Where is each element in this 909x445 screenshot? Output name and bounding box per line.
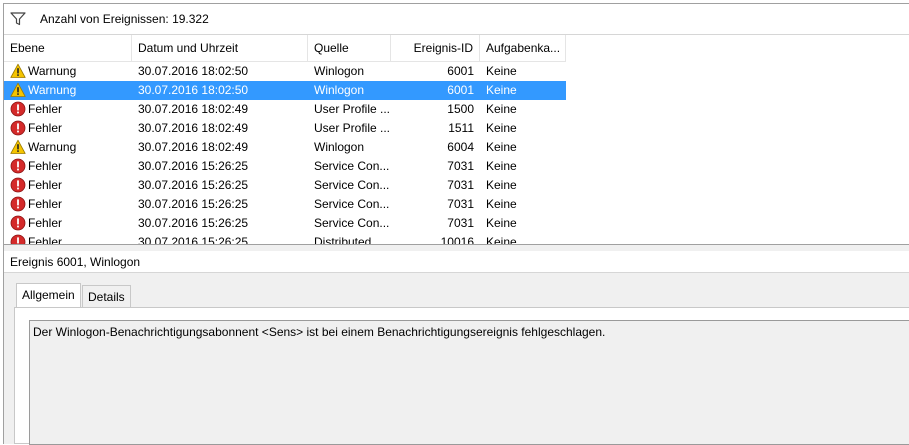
event-count-label: Anzahl von Ereignissen: 19.322	[40, 12, 209, 26]
cell-level: Fehler	[28, 102, 63, 116]
cell-task: Keine	[486, 102, 517, 116]
cell-task: Keine	[486, 121, 517, 135]
cell-date: 30.07.2016 15:26:25	[138, 159, 249, 173]
cell-date: 30.07.2016 15:26:25	[138, 197, 249, 211]
cell-id: 1500	[447, 102, 474, 116]
cell-source: Service Con...	[314, 178, 390, 192]
error-icon	[10, 101, 26, 117]
column-header-task-category[interactable]: Aufgabenka...	[480, 35, 566, 61]
cell-level: Fehler	[28, 159, 63, 173]
column-header-level[interactable]: Ebene	[4, 35, 132, 61]
cell-task: Keine	[486, 83, 517, 97]
column-header-event-id[interactable]: Ereignis-ID	[391, 35, 480, 61]
error-icon	[10, 196, 26, 212]
cell-task: Keine	[486, 64, 517, 78]
event-detail-title: Ereignis 6001, Winlogon	[4, 251, 909, 273]
cell-id: 6004	[447, 140, 474, 154]
cell-level: Fehler	[28, 178, 63, 192]
cell-id: 6001	[447, 83, 474, 97]
cell-source: Distributed...	[314, 235, 382, 244]
cell-source: Winlogon	[314, 83, 365, 97]
event-detail-pane: Ereignis 6001, Winlogon Allgemein Detail…	[4, 251, 909, 445]
cell-id: 7031	[447, 197, 474, 211]
cell-source: Winlogon	[314, 64, 365, 78]
cell-date: 30.07.2016 15:26:25	[138, 216, 249, 230]
tab-details[interactable]: Details	[82, 285, 131, 307]
event-description-text: Der Winlogon-Benachrichtigungsabonnent <…	[33, 325, 606, 339]
event-list[interactable]: Ebene Datum und Uhrzeit Quelle Ereignis-…	[4, 35, 909, 244]
cell-task: Keine	[486, 178, 517, 192]
event-viewer-pane: Anzahl von Ereignissen: 19.322 Ebene Dat…	[3, 3, 909, 445]
error-icon	[10, 215, 26, 231]
cell-task: Keine	[486, 216, 517, 230]
cell-source: Service Con...	[314, 159, 390, 173]
cell-id: 1511	[448, 121, 474, 135]
table-row[interactable]: Fehler 30.07.2016 15:26:25 Service Con... 7…	[4, 176, 566, 195]
cell-date: 30.07.2016 15:26:25	[138, 178, 249, 192]
cell-source: Winlogon	[314, 140, 365, 154]
cell-level: Fehler	[28, 235, 63, 244]
table-row[interactable]: Fehler 30.07.2016 15:26:25 Service Con... 7…	[4, 195, 566, 214]
cell-id: 7031	[447, 216, 474, 230]
warning-icon	[10, 82, 26, 98]
tab-allgemein[interactable]: Allgemein	[16, 283, 81, 307]
table-row[interactable]: Fehler 30.07.2016 15:26:25 Service Con... 7…	[4, 214, 566, 233]
tab-panel-general: Der Winlogon-Benachrichtigungsabonnent <…	[14, 307, 909, 445]
error-icon	[10, 158, 26, 174]
cell-id: 6001	[447, 64, 474, 78]
cell-level: Warnung	[28, 140, 77, 154]
cell-date: 30.07.2016 18:02:50	[138, 83, 249, 97]
filter-funnel-icon[interactable]	[10, 12, 26, 26]
cell-level: Fehler	[28, 121, 63, 135]
cell-level: Warnung	[28, 83, 77, 97]
cell-level: Fehler	[28, 197, 63, 211]
cell-task: Keine	[486, 197, 517, 211]
cell-source: Service Con...	[314, 197, 390, 211]
cell-date: 30.07.2016 18:02:49	[138, 121, 249, 135]
filter-bar: Anzahl von Ereignissen: 19.322	[4, 4, 909, 35]
column-header-date[interactable]: Datum und Uhrzeit	[132, 35, 308, 61]
column-header-source[interactable]: Quelle	[308, 35, 391, 61]
cell-task: Keine	[486, 159, 517, 173]
warning-icon	[10, 63, 26, 79]
warning-icon	[10, 139, 26, 155]
cell-level: Fehler	[28, 216, 63, 230]
cell-level: Warnung	[28, 64, 77, 78]
cell-source: Service Con...	[314, 216, 390, 230]
table-row[interactable]: Warnung 30.07.2016 18:02:49 Winlogon 6004 Ke…	[4, 138, 566, 157]
cell-date: 30.07.2016 18:02:49	[138, 140, 249, 154]
event-description-box[interactable]: Der Winlogon-Benachrichtigungsabonnent <…	[29, 320, 909, 445]
error-icon	[10, 177, 26, 193]
cell-date: 30.07.2016 18:02:49	[138, 102, 249, 116]
cell-task: Keine	[486, 235, 517, 244]
error-icon	[10, 120, 26, 136]
list-header: Ebene Datum und Uhrzeit Quelle Ereignis-…	[4, 35, 566, 62]
cell-source: User Profile ...	[314, 102, 390, 116]
table-row[interactable]: Warnung 30.07.2016 18:02:50 Winlogon 6001 Ke…	[4, 62, 566, 81]
table-row[interactable]: Fehler 30.07.2016 18:02:49 User Profile ..…	[4, 119, 566, 138]
cell-source: User Profile ...	[314, 121, 390, 135]
table-row[interactable]: Fehler 30.07.2016 15:26:25 Distributed... 1…	[4, 233, 566, 244]
cell-id: 10016	[440, 235, 474, 244]
cell-date: 30.07.2016 18:02:50	[138, 64, 249, 78]
table-row[interactable]: Warnung 30.07.2016 18:02:50 Winlogon 6001 Ke…	[4, 81, 566, 100]
cell-date: 30.07.2016 15:26:25	[138, 235, 249, 244]
cell-id: 7031	[447, 159, 474, 173]
cell-id: 7031	[447, 178, 474, 192]
table-row[interactable]: Fehler 30.07.2016 15:26:25 Service Con... 7…	[4, 157, 566, 176]
table-row[interactable]: Fehler 30.07.2016 18:02:49 User Profile ..…	[4, 100, 566, 119]
error-icon	[10, 234, 26, 244]
cell-task: Keine	[486, 140, 517, 154]
